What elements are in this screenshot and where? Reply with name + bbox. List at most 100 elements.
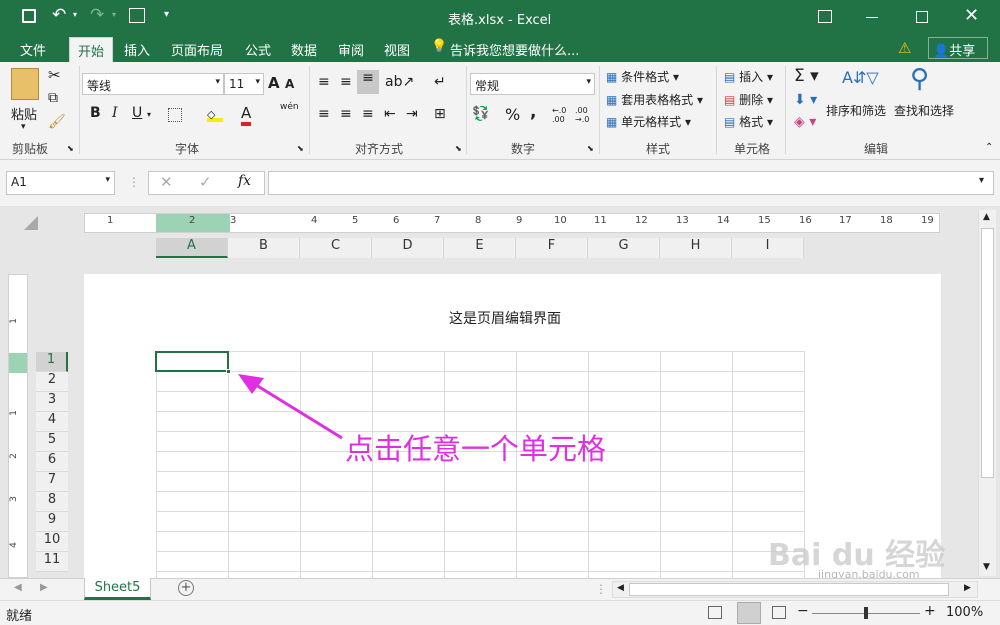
increase-decimal-icon[interactable]: ←.0.00 xyxy=(552,106,566,124)
row-header-11[interactable]: 11 xyxy=(36,552,68,572)
align-center-icon[interactable]: ≡ xyxy=(340,106,352,122)
scroll-down-icon[interactable]: ▼ xyxy=(983,562,990,572)
tab-file[interactable]: 文件 xyxy=(20,40,46,59)
borders-icon[interactable] xyxy=(168,108,182,122)
cancel-icon[interactable]: ✕ xyxy=(160,173,173,191)
scroll-up-icon[interactable]: ▲ xyxy=(983,212,990,222)
row-header-3[interactable]: 3 xyxy=(36,392,68,412)
drag-handle-icon[interactable]: ⋮ xyxy=(128,175,140,189)
clipboard-launcher-icon[interactable]: ⬊ xyxy=(67,144,74,153)
column-header-h[interactable]: H xyxy=(660,238,732,258)
copy-icon[interactable]: ⧉ xyxy=(48,90,58,106)
underline-dropdown-icon[interactable]: ▾ xyxy=(147,110,151,119)
italic-button[interactable]: I xyxy=(112,105,118,121)
zoom-out-icon[interactable]: − xyxy=(797,603,809,619)
tab-review[interactable]: 审阅 xyxy=(338,40,364,59)
tell-me-input[interactable]: 告诉我您想要做什么... xyxy=(450,40,579,59)
header-text[interactable]: 这是页眉编辑界面 xyxy=(449,308,561,328)
format-cells-button[interactable]: ▤ 格式 ▾ xyxy=(724,113,773,130)
align-top-icon[interactable]: ≡ xyxy=(318,74,330,90)
insert-function-button[interactable]: fx xyxy=(238,173,251,189)
column-header-f[interactable]: F xyxy=(516,238,588,258)
hscroll-thumb[interactable] xyxy=(629,583,949,596)
paste-button[interactable]: 粘贴 xyxy=(11,104,37,123)
format-painter-icon[interactable]: 🖌 xyxy=(48,114,66,130)
expand-formula-icon[interactable]: ▾ xyxy=(979,175,984,186)
close-icon[interactable]: ✕ xyxy=(964,5,979,26)
page-break-view-icon[interactable] xyxy=(772,606,786,619)
wrap-text-icon[interactable]: ↵ xyxy=(434,74,446,90)
fill-color-icon[interactable]: ◇ xyxy=(207,108,223,122)
align-right-icon[interactable]: ≡ xyxy=(362,106,374,122)
align-bottom-icon[interactable]: ≡ xyxy=(357,70,379,94)
paste-dropdown-icon[interactable]: ▾ xyxy=(21,122,26,132)
bold-button[interactable]: B xyxy=(90,105,101,121)
zoom-in-icon[interactable]: + xyxy=(924,603,936,619)
cut-icon[interactable]: ✂ xyxy=(48,66,61,84)
number-launcher-icon[interactable]: ⬊ xyxy=(587,144,594,153)
row-header-1[interactable]: 1 xyxy=(36,352,68,372)
sheet-tab-sheet5[interactable]: Sheet5 xyxy=(84,578,151,600)
column-header-e[interactable]: E xyxy=(444,238,516,258)
decrease-indent-icon[interactable]: ⇤ xyxy=(384,106,396,122)
row-header-5[interactable]: 5 xyxy=(36,432,68,452)
row-header-6[interactable]: 6 xyxy=(36,452,68,472)
align-middle-icon[interactable]: ≡ xyxy=(340,74,352,90)
merge-center-icon[interactable]: ⊞ xyxy=(434,106,446,122)
maximize-icon[interactable] xyxy=(916,11,928,23)
tab-formulas[interactable]: 公式 xyxy=(245,40,271,59)
font-launcher-icon[interactable]: ⬊ xyxy=(297,144,304,153)
increase-indent-icon[interactable]: ⇥ xyxy=(406,106,418,122)
minimize-icon[interactable] xyxy=(866,17,878,18)
row-header-8[interactable]: 8 xyxy=(36,492,68,512)
shrink-font-button[interactable]: A xyxy=(285,77,294,91)
tab-page-layout[interactable]: 页面布局 xyxy=(171,40,223,59)
clear-icon[interactable]: ◈ ▾ xyxy=(794,114,816,130)
enter-icon[interactable]: ✓ xyxy=(199,173,212,191)
sheet-prev-icon[interactable]: ◀ xyxy=(14,582,22,593)
font-size-select[interactable]: 11 ▾ xyxy=(224,73,264,95)
formula-input[interactable] xyxy=(268,171,994,195)
save-icon[interactable] xyxy=(22,9,36,23)
undo-icon[interactable]: ↶ xyxy=(52,5,66,25)
decrease-decimal-icon[interactable]: .00 →.0 xyxy=(575,106,589,124)
split-handle-icon[interactable]: ⋮ xyxy=(595,582,607,596)
normal-view-icon[interactable] xyxy=(708,606,722,619)
share-button[interactable]: 👤共享 xyxy=(928,37,988,59)
add-sheet-icon[interactable]: + xyxy=(178,580,194,596)
sort-filter-button[interactable]: 排序和筛选 xyxy=(826,102,886,119)
page-layout-view-icon[interactable] xyxy=(737,602,761,624)
find-select-button[interactable]: 查找和选择 xyxy=(894,102,954,119)
delete-cells-button[interactable]: ▤ 删除 ▾ xyxy=(724,91,773,108)
insert-cells-button[interactable]: ▤ 插入 ▾ xyxy=(724,68,773,85)
zoom-slider[interactable] xyxy=(812,607,920,619)
horizontal-scrollbar[interactable]: ◀ ▶ xyxy=(612,581,978,598)
align-left-icon[interactable]: ≡ xyxy=(318,106,330,122)
zoom-level[interactable]: 100% xyxy=(946,605,983,620)
row-header-10[interactable]: 10 xyxy=(36,532,68,552)
tab-view[interactable]: 视图 xyxy=(384,40,410,59)
column-header-b[interactable]: B xyxy=(228,238,300,258)
search-icon[interactable]: ⚲ xyxy=(910,64,929,94)
warning-icon[interactable]: ⚠ xyxy=(898,39,911,57)
percent-button[interactable]: % xyxy=(505,105,520,124)
font-name-select[interactable]: 等线 ▾ xyxy=(82,73,224,95)
grow-font-button[interactable]: A xyxy=(268,74,280,92)
table-format-button[interactable]: ▦ 套用表格格式 ▾ xyxy=(606,91,703,108)
scroll-thumb[interactable] xyxy=(981,228,994,478)
customize-qat-icon[interactable]: ▾ xyxy=(164,9,169,20)
column-header-a[interactable]: A xyxy=(156,238,228,258)
scroll-left-icon[interactable]: ◀ xyxy=(617,583,624,593)
paste-icon[interactable] xyxy=(11,68,39,100)
autosum-icon[interactable]: Σ ▾ xyxy=(794,66,819,86)
redo-dropdown-icon[interactable]: ▾ xyxy=(112,10,116,19)
zoom-slider-thumb[interactable] xyxy=(864,607,868,619)
tab-home[interactable]: 开始 xyxy=(69,37,114,62)
number-format-select[interactable]: 常规 ▾ xyxy=(470,73,595,95)
selected-cell-a1[interactable] xyxy=(155,351,229,372)
form-icon[interactable] xyxy=(129,8,145,23)
fill-icon[interactable]: ⬇ ▾ xyxy=(794,92,817,108)
undo-dropdown-icon[interactable]: ▾ xyxy=(73,10,77,19)
tab-data[interactable]: 数据 xyxy=(291,40,317,59)
column-header-c[interactable]: C xyxy=(300,238,372,258)
